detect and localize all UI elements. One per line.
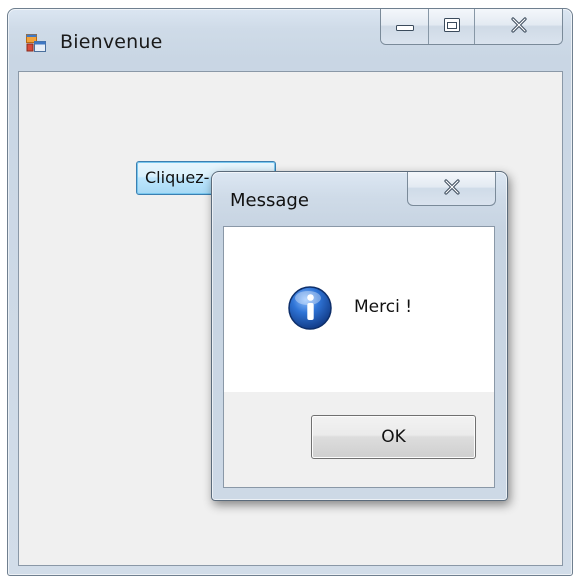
close-icon (442, 178, 462, 200)
caption-buttons (380, 9, 563, 45)
dialog-title: Message (230, 190, 309, 211)
main-titlebar[interactable]: Bienvenue (8, 9, 572, 71)
maximize-button[interactable] (429, 9, 475, 44)
dialog-close-button[interactable] (407, 172, 496, 206)
close-icon (509, 16, 529, 38)
dialog-footer: OK (224, 392, 494, 487)
message-dialog: Message Merci ! OK (211, 171, 508, 501)
ok-button[interactable]: OK (311, 415, 476, 459)
dialog-client-area: Merci ! OK (223, 226, 495, 488)
message-text: Merci ! (354, 297, 413, 317)
information-icon (287, 285, 333, 331)
window-title: Bienvenue (60, 31, 163, 53)
minimize-button[interactable] (381, 9, 429, 44)
form-app-icon (26, 34, 46, 52)
dialog-body: Merci ! (224, 227, 494, 392)
close-button[interactable] (475, 9, 562, 44)
minimize-icon (394, 17, 416, 36)
maximize-icon (442, 16, 462, 38)
